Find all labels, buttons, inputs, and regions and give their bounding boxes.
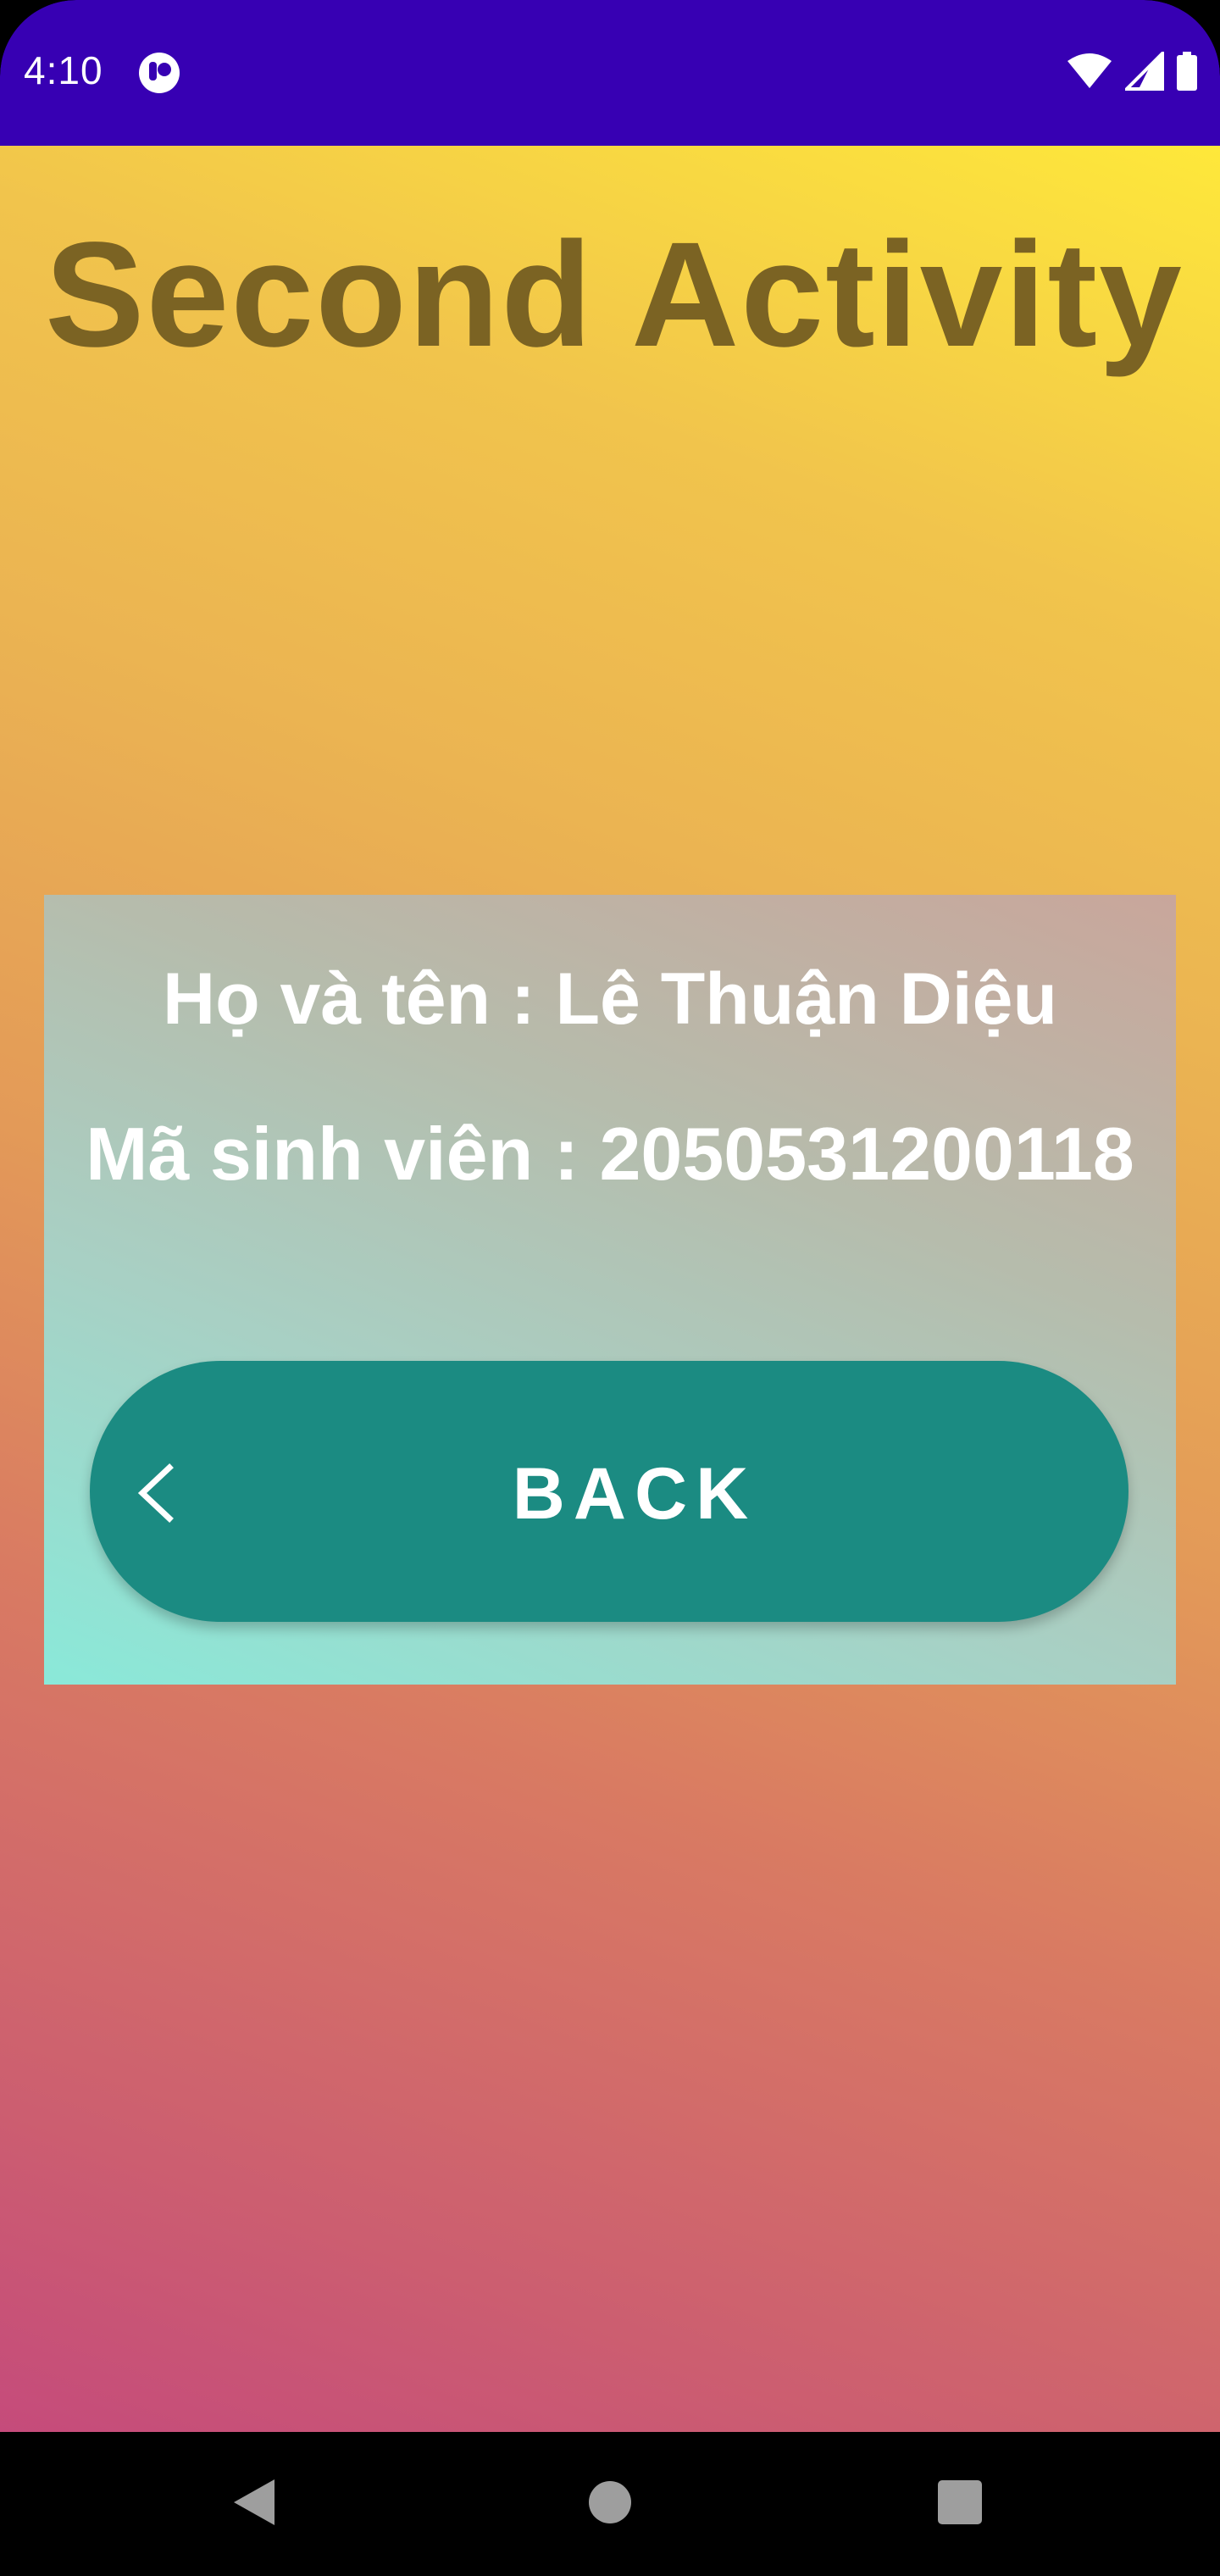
activity-content: Second Activity Họ và tên : Lê Thuận Diệ…: [0, 146, 1220, 2432]
back-button[interactable]: BACK: [90, 1361, 1128, 1622]
home-circle-icon: [587, 2479, 633, 2529]
student-id-text: Mã sinh viên : 2050531200118: [86, 1112, 1134, 1196]
phone-screen: 4:10 Second Activity Họ và tên: Lê Thuậ…: [0, 0, 1220, 2576]
back-triangle-icon: [232, 2478, 276, 2531]
page-title: Second Activity: [45, 212, 1184, 378]
signal-icon: [1123, 48, 1164, 95]
nav-recents-button[interactable]: [875, 2432, 1045, 2576]
battery-icon: [1176, 51, 1198, 95]
status-icons: [1066, 48, 1198, 95]
recents-square-icon: [937, 2479, 983, 2529]
notification-app-icon: [138, 52, 180, 94]
navigation-bar: [0, 2432, 1220, 2576]
wifi-icon: [1066, 53, 1113, 94]
student-info-card: Họ và tên : Lê Thuận Diệu Mã sinh viên :…: [44, 895, 1176, 1685]
status-bar: 4:10: [0, 0, 1220, 146]
back-button-label: BACK: [512, 1453, 757, 1535]
nav-back-button[interactable]: [169, 2432, 339, 2576]
status-time: 4:10: [24, 48, 103, 92]
nav-home-button[interactable]: [525, 2432, 695, 2576]
student-name-text: Họ và tên : Lê Thuận Diệu: [163, 958, 1057, 1040]
